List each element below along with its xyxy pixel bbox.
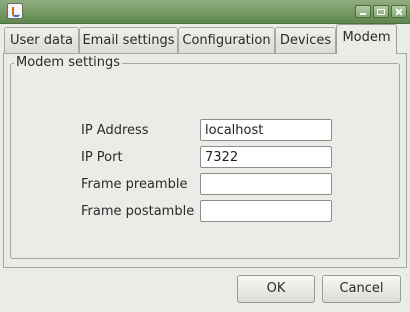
close-icon[interactable] xyxy=(391,5,407,18)
frame-preamble-field[interactable] xyxy=(200,173,332,195)
ok-button[interactable]: OK xyxy=(237,275,315,303)
cancel-button[interactable]: Cancel xyxy=(322,275,401,303)
tab-user-data[interactable]: User data xyxy=(4,27,79,53)
tab-bar: User data Email settings Configuration D… xyxy=(0,23,410,54)
ip-port-field[interactable] xyxy=(200,146,332,168)
modem-panel: Modem settings IP Address IP Port Frame … xyxy=(3,53,407,268)
tab-configuration[interactable]: Configuration xyxy=(178,27,275,53)
frame-preamble-label: Frame preamble xyxy=(81,177,188,192)
group-title: Modem settings xyxy=(14,55,123,70)
ip-address-field[interactable] xyxy=(200,119,332,141)
ip-address-label: IP Address xyxy=(81,123,149,138)
button-bar: OK Cancel xyxy=(0,268,410,312)
tab-devices[interactable]: Devices xyxy=(275,27,336,53)
settings-window: User data Email settings Configuration D… xyxy=(0,0,410,312)
tab-email-settings[interactable]: Email settings xyxy=(79,27,178,53)
maximize-icon[interactable] xyxy=(373,5,389,18)
ip-port-label: IP Port xyxy=(81,150,123,165)
frame-postamble-field[interactable] xyxy=(200,200,332,222)
tab-modem[interactable]: Modem xyxy=(336,24,397,54)
modem-settings-group: Modem settings IP Address IP Port Frame … xyxy=(10,55,400,259)
title-bar[interactable] xyxy=(0,0,410,24)
frame-postamble-label: Frame postamble xyxy=(81,204,195,219)
minimize-icon[interactable] xyxy=(355,5,371,18)
java-icon[interactable] xyxy=(7,3,23,19)
